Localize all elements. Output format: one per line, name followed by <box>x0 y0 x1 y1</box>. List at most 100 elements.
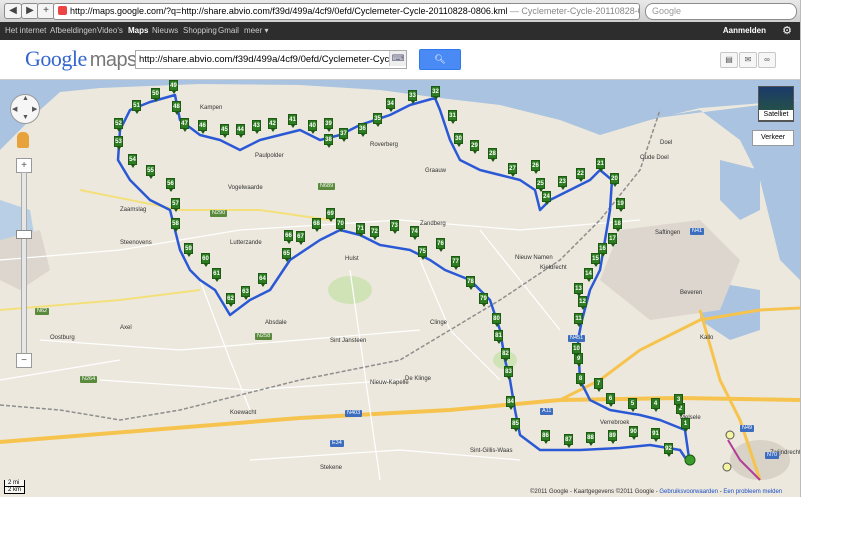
route-marker-63[interactable]: 63 <box>241 286 250 300</box>
gbar-item-video-s[interactable]: Video's <box>97 22 123 40</box>
keyboard-icon[interactable]: ⌨ <box>389 51 406 66</box>
route-marker-12[interactable]: 12 <box>578 296 587 310</box>
address-bar[interactable]: http://maps.google.com/?q=http://share.a… <box>53 3 640 20</box>
route-marker-39[interactable]: 39 <box>324 118 333 132</box>
route-marker-51[interactable]: 51 <box>132 100 141 114</box>
route-marker-21[interactable]: 21 <box>596 158 605 172</box>
route-marker-85[interactable]: 85 <box>511 418 520 432</box>
route-marker-14[interactable]: 14 <box>584 268 593 282</box>
gbar-item-nieuws[interactable]: Nieuws <box>152 22 178 40</box>
route-marker-40[interactable]: 40 <box>308 120 317 134</box>
route-marker-48[interactable]: 48 <box>172 101 181 115</box>
route-marker-5[interactable]: 5 <box>628 398 637 412</box>
route-marker-18[interactable]: 18 <box>613 218 622 232</box>
route-marker-75[interactable]: 75 <box>418 246 427 260</box>
route-marker-77[interactable]: 77 <box>451 256 460 270</box>
terms-link[interactable]: Gebruiksvoorwaarden <box>659 489 718 495</box>
route-marker-45[interactable]: 45 <box>220 124 229 138</box>
route-marker-55[interactable]: 55 <box>146 165 155 179</box>
route-marker-28[interactable]: 28 <box>488 148 497 162</box>
route-marker-88[interactable]: 88 <box>586 432 595 446</box>
route-marker-20[interactable]: 20 <box>610 173 619 187</box>
route-marker-66[interactable]: 66 <box>284 230 293 244</box>
route-marker-36[interactable]: 36 <box>358 123 367 137</box>
route-marker-54[interactable]: 54 <box>128 154 137 168</box>
route-marker-82[interactable]: 82 <box>501 348 510 362</box>
route-marker-76[interactable]: 76 <box>436 238 445 252</box>
zoom-in-button[interactable]: + <box>16 158 32 173</box>
route-marker-30[interactable]: 30 <box>454 133 463 147</box>
gbar-item-afbeeldingen[interactable]: Afbeeldingen <box>50 22 97 40</box>
route-marker-19[interactable]: 19 <box>616 198 625 212</box>
route-marker-84[interactable]: 84 <box>506 396 515 410</box>
route-marker-80[interactable]: 80 <box>492 313 501 327</box>
route-marker-65[interactable]: 65 <box>282 248 291 262</box>
browser-search-input[interactable]: Google <box>645 3 797 20</box>
route-marker-78[interactable]: 78 <box>466 276 475 290</box>
route-marker-33[interactable]: 33 <box>408 90 417 104</box>
route-marker-92[interactable]: 92 <box>664 443 673 457</box>
street-view-pegman-icon[interactable] <box>17 132 29 148</box>
route-marker-27[interactable]: 27 <box>508 163 517 177</box>
link-icon[interactable]: ∞ <box>758 52 776 68</box>
route-marker-7[interactable]: 7 <box>594 378 603 392</box>
route-marker-11[interactable]: 11 <box>574 313 583 327</box>
route-marker-72[interactable]: 72 <box>370 226 379 240</box>
route-marker-47[interactable]: 47 <box>180 118 189 132</box>
route-marker-53[interactable]: 53 <box>114 136 123 150</box>
pan-control[interactable]: ▲ ◀ ▶ ▼ <box>10 94 40 124</box>
route-marker-52[interactable]: 52 <box>114 118 123 132</box>
report-problem-link[interactable]: Een probleem melden <box>723 489 782 495</box>
route-marker-67[interactable]: 67 <box>296 231 305 245</box>
route-marker-8[interactable]: 8 <box>576 373 585 387</box>
gbar-item-shopping[interactable]: Shopping <box>183 22 217 40</box>
route-marker-49[interactable]: 49 <box>169 80 178 94</box>
route-marker-44[interactable]: 44 <box>236 124 245 138</box>
route-marker-26[interactable]: 26 <box>531 160 540 174</box>
route-marker-16[interactable]: 16 <box>598 243 607 257</box>
search-input[interactable]: http://share.abvio.com/f39d/499a/4cf9/0e… <box>135 50 407 69</box>
route-marker-4[interactable]: 4 <box>651 398 660 412</box>
route-marker-41[interactable]: 41 <box>288 114 297 128</box>
route-marker-57[interactable]: 57 <box>171 198 180 212</box>
route-marker-6[interactable]: 6 <box>606 393 615 407</box>
route-marker-90[interactable]: 90 <box>629 426 638 440</box>
zoom-out-button[interactable]: − <box>16 353 32 368</box>
route-marker-68[interactable]: 68 <box>312 218 321 232</box>
route-marker-10[interactable]: 10 <box>572 343 581 357</box>
route-marker-89[interactable]: 89 <box>608 430 617 444</box>
route-marker-38[interactable]: 38 <box>324 134 333 148</box>
route-marker-59[interactable]: 59 <box>184 243 193 257</box>
route-marker-50[interactable]: 50 <box>151 88 160 102</box>
gbar-item-gmail[interactable]: Gmail <box>218 22 239 40</box>
route-marker-60[interactable]: 60 <box>201 253 210 267</box>
route-marker-24[interactable]: 24 <box>542 191 551 205</box>
route-marker-81[interactable]: 81 <box>494 330 503 344</box>
print-icon[interactable]: ▤ <box>720 52 738 68</box>
route-marker-61[interactable]: 61 <box>212 268 221 282</box>
route-marker-37[interactable]: 37 <box>339 128 348 142</box>
route-marker-17[interactable]: 17 <box>608 233 617 247</box>
route-marker-62[interactable]: 62 <box>226 293 235 307</box>
route-marker-79[interactable]: 79 <box>479 293 488 307</box>
zoom-slider-thumb[interactable] <box>16 230 32 239</box>
search-button[interactable]: 🔍︎ <box>419 49 461 70</box>
route-marker-34[interactable]: 34 <box>386 98 395 112</box>
gbar-item-meer[interactable]: meer ▾ <box>244 22 268 40</box>
route-marker-3[interactable]: 3 <box>674 394 683 408</box>
route-marker-35[interactable]: 35 <box>373 113 382 127</box>
signin-link[interactable]: Aanmelden <box>723 22 766 40</box>
route-marker-22[interactable]: 22 <box>576 168 585 182</box>
route-marker-25[interactable]: 25 <box>536 178 545 192</box>
route-marker-46[interactable]: 46 <box>198 120 207 134</box>
route-marker-71[interactable]: 71 <box>356 223 365 237</box>
route-marker-56[interactable]: 56 <box>166 178 175 192</box>
route-marker-32[interactable]: 32 <box>431 86 440 100</box>
email-icon[interactable]: ✉ <box>739 52 757 68</box>
route-marker-86[interactable]: 86 <box>541 430 550 444</box>
zoom-slider-track[interactable] <box>21 172 27 354</box>
route-marker-29[interactable]: 29 <box>470 140 479 154</box>
route-marker-74[interactable]: 74 <box>410 226 419 240</box>
route-marker-23[interactable]: 23 <box>558 176 567 190</box>
map-canvas[interactable]: ▲ ◀ ▶ ▼ + − Satelliet Verkeer 2 mi 2 km … <box>0 80 800 497</box>
